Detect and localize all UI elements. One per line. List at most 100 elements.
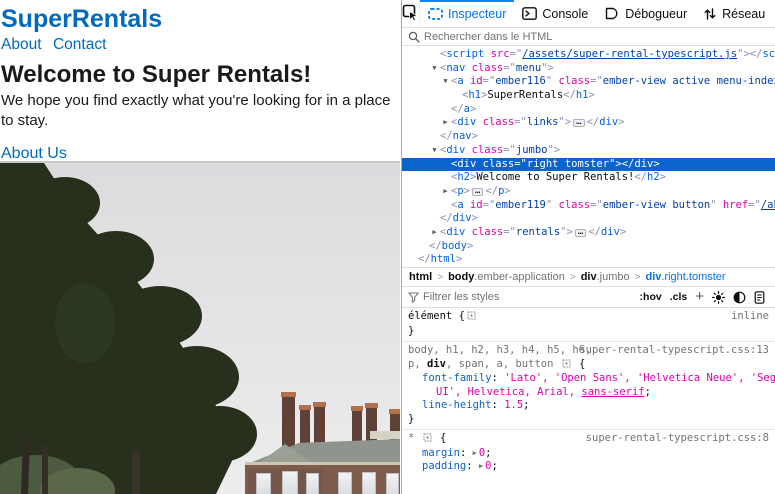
expand-arrow-icon[interactable]: ▶	[429, 226, 440, 240]
css-rule[interactable]: super-rental-typescript.css:13body, h1, …	[402, 342, 775, 430]
expand-value-icon[interactable]: ▶	[473, 449, 477, 457]
markup-row[interactable]: <a id="ember119" class="ember-view butto…	[402, 199, 775, 213]
markup-row[interactable]: </html>	[402, 253, 775, 267]
expand-arrow-icon[interactable]: ▶	[440, 116, 451, 130]
markup-row[interactable]: </nav>	[402, 130, 775, 144]
html-search-input[interactable]	[424, 31, 769, 43]
rules-panel: inlineélément {}super-rental-typescript.…	[402, 308, 775, 471]
markup-row[interactable]: ▼<a id="ember116" class="ember-view acti…	[402, 75, 775, 89]
tree-foliage	[78, 231, 154, 287]
tree-foliage	[155, 346, 239, 408]
markup-row[interactable]: <script src="/assets/super-rental-typesc…	[402, 48, 775, 62]
filter-styles-input[interactable]	[423, 291, 636, 303]
stylesheet-link[interactable]: super-rental-typescript.css:8	[586, 432, 775, 446]
devtools-toolbar: Inspecteur Console Débogueur Réseau	[402, 0, 775, 28]
chimney-cap	[351, 406, 363, 411]
markup-row[interactable]: ▶<div class="rentals">…</div>	[402, 226, 775, 240]
debugger-icon	[604, 7, 620, 20]
expand-value-icon[interactable]: ▶	[479, 462, 483, 470]
print-media-icon[interactable]	[754, 291, 765, 304]
breadcrumb-item[interactable]: html	[409, 271, 432, 283]
markup-row[interactable]: </div>	[402, 212, 775, 226]
markup-row-selected[interactable]: <div class="right tomster"></div>	[402, 158, 775, 172]
house-window	[338, 472, 352, 494]
devtools-panel: Inspecteur Console Débogueur Réseau	[401, 0, 775, 494]
console-icon	[522, 7, 537, 20]
expand-arrow-icon[interactable]: ▶	[440, 185, 451, 199]
search-icon	[408, 31, 420, 43]
house-window	[362, 472, 376, 494]
markup-row[interactable]: ▼<nav class="menu">	[402, 62, 775, 76]
markup-row[interactable]: </body>	[402, 240, 775, 254]
page-heading: Welcome to Super Rentals!	[1, 61, 400, 89]
breadcrumb: html>body.ember-application>div.jumbo>di…	[402, 267, 775, 287]
inspector-frame-icon	[428, 8, 443, 20]
house-window	[306, 473, 319, 494]
css-rule[interactable]: super-rental-typescript.css:8* {margin: …	[402, 430, 775, 471]
markup-row[interactable]: ▶<div class="links">…</div>	[402, 116, 775, 130]
expand-arrow-icon[interactable]: ▼	[429, 62, 440, 76]
class-toggle[interactable]: .cls	[670, 291, 688, 303]
markup-row[interactable]: </a>	[402, 103, 775, 117]
chimney-cap	[281, 392, 296, 397]
expand-arrow-icon[interactable]: ▼	[440, 75, 451, 89]
chimney-cap	[365, 403, 378, 408]
tab-label: Inspecteur	[448, 7, 506, 21]
network-arrows-icon	[703, 7, 717, 21]
expand-arrow-icon[interactable]: ▼	[429, 144, 440, 158]
rule-target-icon[interactable]	[562, 359, 571, 373]
tree-trunk	[42, 446, 48, 494]
chimney-cap	[299, 405, 311, 410]
css-rule[interactable]: inlineélément {}	[402, 308, 775, 342]
breadcrumb-separator: >	[570, 272, 576, 283]
nav-links: About Contact	[1, 35, 400, 55]
house-window	[282, 471, 298, 494]
screen: SuperRentals About Contact Welcome to Su…	[0, 0, 775, 494]
breadcrumb-item[interactable]: div.jumbo	[581, 271, 630, 283]
markup-row[interactable]: ▼<div class="jumbo">	[402, 144, 775, 158]
tree-trunk	[132, 451, 140, 494]
tree-foliage-highlight	[55, 283, 115, 363]
chimney-cap	[313, 402, 326, 407]
light-mode-icon[interactable]	[712, 291, 725, 304]
html-search-bar	[402, 28, 775, 46]
tab-network[interactable]: Réseau	[695, 0, 773, 27]
chimney-cap	[389, 409, 400, 414]
stylesheet-link[interactable]: inline	[731, 310, 775, 324]
house-window	[386, 473, 399, 494]
tab-debugger[interactable]: Débogueur	[596, 0, 695, 27]
tree-foliage	[118, 286, 202, 346]
markup-row[interactable]: ▶<p>…</p>	[402, 185, 775, 199]
styles-toolbar: :hov .cls +	[402, 287, 775, 308]
brand-link[interactable]: SuperRentals	[1, 5, 162, 33]
nav-link-contact[interactable]: Contact	[53, 36, 106, 53]
breadcrumb-item[interactable]: body.ember-application	[448, 271, 565, 283]
filter-icon	[408, 292, 419, 303]
tab-label: Débogueur	[625, 7, 687, 21]
rule-target-icon[interactable]	[423, 433, 432, 447]
breadcrumb-separator: >	[437, 272, 443, 283]
tree-foliage	[30, 177, 100, 229]
page-tagline: We hope you find exactly what you're loo…	[1, 91, 400, 131]
roof-balustrade	[370, 431, 400, 439]
tab-label: Réseau	[722, 7, 765, 21]
element-picker-button[interactable]	[402, 0, 420, 27]
markup-row[interactable]: <h2>Welcome to Super Rentals!</h2>	[402, 171, 775, 185]
house-window	[256, 473, 271, 494]
add-rule-icon[interactable]: +	[695, 292, 704, 302]
markup-row[interactable]: <h1>SuperRentals</h1>	[402, 89, 775, 103]
pseudo-class-toggle[interactable]: :hov	[640, 291, 662, 303]
stylesheet-link[interactable]: super-rental-typescript.css:13	[579, 344, 775, 358]
breadcrumb-item[interactable]: div.right.tomster	[645, 271, 725, 283]
color-scheme-icon[interactable]	[733, 291, 746, 304]
tree-foliage	[183, 406, 257, 462]
rule-target-icon[interactable]	[467, 311, 476, 325]
nav-link-about[interactable]: About	[1, 36, 42, 53]
browser-page: SuperRentals About Contact Welcome to Su…	[0, 0, 400, 494]
tab-console[interactable]: Console	[514, 0, 596, 27]
element-picker-icon	[402, 4, 419, 24]
hero-photo	[0, 161, 400, 494]
markup-view: <script src="/assets/super-rental-typesc…	[402, 46, 775, 267]
tab-label: Console	[542, 7, 588, 21]
tab-inspector[interactable]: Inspecteur	[420, 0, 514, 27]
